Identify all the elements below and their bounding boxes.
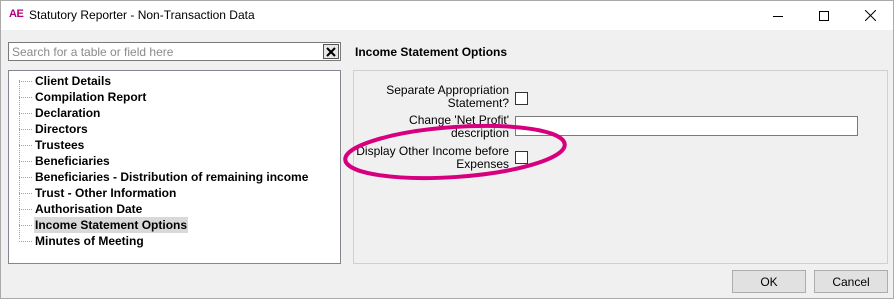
tree-item[interactable]: Trustees bbox=[9, 137, 339, 153]
tree-connector bbox=[19, 193, 32, 194]
section-title: Income Statement Options bbox=[355, 45, 508, 59]
minimize-button[interactable] bbox=[755, 1, 801, 30]
ok-button[interactable]: OK bbox=[732, 270, 806, 293]
tree-item-label: Beneficiaries - Distribution of remainin… bbox=[35, 170, 309, 184]
tree-connector bbox=[19, 81, 32, 82]
tree-item-label: Declaration bbox=[35, 106, 101, 120]
separate-appropriation-label-line2: Statement? bbox=[447, 96, 509, 110]
close-icon bbox=[864, 10, 876, 21]
tree-item[interactable]: Beneficiaries bbox=[9, 153, 339, 169]
tree-item[interactable]: Compilation Report bbox=[9, 89, 339, 105]
window-title: Statutory Reporter - Non-Transaction Dat… bbox=[29, 8, 255, 22]
tree-item-label: Authorisation Date bbox=[35, 202, 143, 216]
tree-item-label: Income Statement Options bbox=[34, 217, 189, 233]
tree-item[interactable]: Minutes of Meeting bbox=[9, 233, 339, 249]
net-profit-label: Change 'Net Profit' description bbox=[409, 114, 509, 140]
tree-item[interactable]: Trust - Other Information bbox=[9, 185, 339, 201]
close-button[interactable] bbox=[847, 1, 893, 30]
tree-item-label: Trust - Other Information bbox=[35, 186, 177, 200]
tree-item[interactable]: Beneficiaries - Distribution of remainin… bbox=[9, 169, 339, 185]
maximize-button[interactable] bbox=[801, 1, 847, 30]
tree-item-label: Trustees bbox=[35, 138, 85, 152]
clear-icon bbox=[326, 46, 336, 57]
net-profit-description-field[interactable] bbox=[515, 116, 858, 136]
tree-connector bbox=[19, 113, 32, 114]
separate-appropriation-label: Separate Appropriation Statement? bbox=[386, 84, 509, 110]
maximize-icon bbox=[819, 10, 829, 21]
net-profit-label-line2: description bbox=[450, 126, 509, 140]
tree-connector bbox=[19, 241, 32, 242]
separate-appropriation-checkbox[interactable] bbox=[515, 92, 528, 105]
tree-item[interactable]: Authorisation Date bbox=[9, 201, 339, 217]
tree-item-label: Client Details bbox=[35, 74, 112, 88]
cancel-button[interactable]: Cancel bbox=[814, 270, 888, 293]
title-bar: AE Statutory Reporter - Non-Transaction … bbox=[1, 1, 893, 30]
tree-connector bbox=[19, 97, 32, 98]
tree-item-label: Compilation Report bbox=[35, 90, 147, 104]
clear-search-button[interactable] bbox=[323, 44, 339, 59]
app-logo: AE bbox=[9, 8, 24, 20]
tree-item[interactable]: Income Statement Options bbox=[9, 217, 339, 233]
table-tree: Client Details Compilation Report Declarat… bbox=[8, 70, 341, 264]
tree-connector bbox=[19, 129, 32, 130]
display-other-income-label: Display Other Income before Expenses bbox=[356, 145, 509, 171]
minimize-icon bbox=[773, 15, 783, 17]
tree-connector bbox=[19, 225, 32, 226]
display-other-income-label-line2: Expenses bbox=[456, 157, 509, 171]
dialog-window: AE Statutory Reporter - Non-Transaction … bbox=[0, 0, 894, 299]
search-box bbox=[8, 42, 341, 61]
tree-item-label: Directors bbox=[35, 122, 88, 136]
tree-connector bbox=[19, 145, 32, 146]
display-other-income-checkbox[interactable] bbox=[515, 151, 528, 164]
tree-connector bbox=[19, 177, 32, 178]
tree-item[interactable]: Declaration bbox=[9, 105, 339, 121]
tree-item-label: Minutes of Meeting bbox=[35, 234, 144, 248]
tree-item[interactable]: Directors bbox=[9, 121, 339, 137]
tree-item-label: Beneficiaries bbox=[35, 154, 110, 168]
tree-connector bbox=[19, 209, 32, 210]
tree-connector bbox=[19, 161, 32, 162]
search-input[interactable] bbox=[10, 44, 322, 59]
options-panel: Separate Appropriation Statement? Change… bbox=[353, 70, 888, 264]
tree-item[interactable]: Client Details bbox=[9, 73, 339, 89]
